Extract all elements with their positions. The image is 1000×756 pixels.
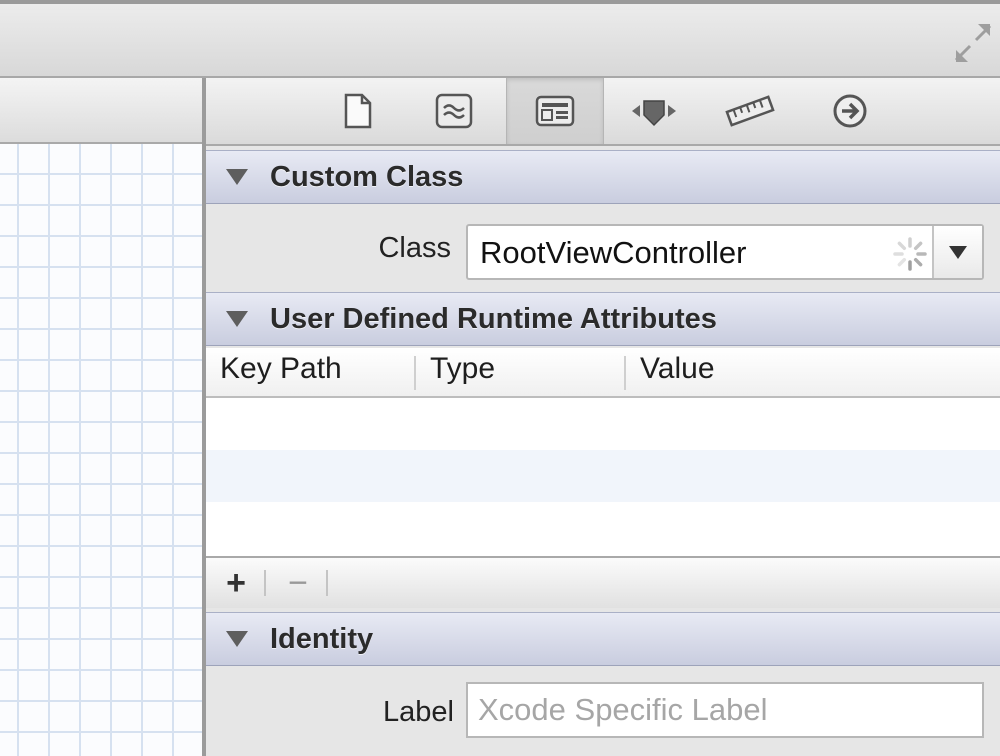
column-header-value[interactable]: Value [640, 352, 715, 386]
file-icon [344, 93, 372, 129]
footer-divider [326, 570, 328, 596]
runtime-attributes-table[interactable] [206, 398, 1000, 556]
identity-section-header[interactable]: Identity [206, 612, 1000, 666]
tab-connections-inspector[interactable] [802, 78, 898, 144]
runtime-attributes-table-header: Key Path Type Value [206, 348, 1000, 398]
add-attribute-button[interactable]: + [216, 564, 256, 602]
column-divider[interactable] [624, 356, 626, 390]
table-row[interactable] [206, 450, 1000, 502]
combo-dropdown-button[interactable] [932, 226, 982, 278]
custom-class-section-header[interactable]: Custom Class [206, 150, 1000, 204]
disclosure-triangle-icon[interactable] [226, 169, 248, 185]
inspector-tab-bar [206, 78, 1000, 146]
section-title: Custom Class [270, 160, 464, 193]
disclosure-triangle-icon[interactable] [226, 631, 248, 647]
identity-inspector-icon [535, 95, 575, 127]
runtime-attributes-section-header[interactable]: User Defined Runtime Attributes [206, 292, 1000, 346]
class-label: Class [378, 232, 451, 264]
utilities-inspector: Custom Class Class RootViewController Us… [206, 78, 1000, 756]
column-header-key-path[interactable]: Key Path [220, 352, 342, 386]
progress-spinner-icon [893, 237, 927, 271]
attributes-inspector-icon [632, 100, 676, 127]
storyboard-canvas[interactable] [0, 144, 204, 756]
column-divider[interactable] [414, 356, 416, 390]
column-header-type[interactable]: Type [430, 352, 495, 386]
runtime-attributes-footer: + − [206, 556, 1000, 608]
xcode-label-field[interactable] [466, 682, 984, 738]
quick-help-icon [435, 93, 473, 129]
tab-size-inspector[interactable] [702, 78, 798, 144]
tab-identity-inspector[interactable] [506, 78, 604, 144]
xcode-label-input[interactable] [468, 684, 982, 736]
identity-label-label: Label [383, 696, 454, 728]
window-toolbar [0, 0, 1000, 78]
editor-header [0, 78, 204, 144]
size-inspector-icon [725, 95, 775, 127]
footer-divider [264, 570, 266, 596]
disclosure-triangle-icon[interactable] [226, 311, 248, 327]
tab-file-inspector[interactable] [310, 78, 406, 144]
fullscreen-arrows-icon[interactable] [952, 20, 994, 66]
class-combo-value[interactable]: RootViewController [480, 235, 747, 271]
tab-quick-help[interactable] [406, 78, 502, 144]
tab-attributes-inspector[interactable] [606, 78, 702, 144]
table-row[interactable] [206, 398, 1000, 450]
class-combo-box[interactable]: RootViewController [466, 224, 984, 280]
connections-inspector-icon [833, 94, 867, 128]
table-row[interactable] [206, 502, 1000, 554]
remove-attribute-button[interactable]: − [278, 564, 318, 602]
section-title: User Defined Runtime Attributes [270, 302, 717, 335]
chevron-down-icon [949, 245, 967, 259]
section-title: Identity [270, 622, 374, 655]
